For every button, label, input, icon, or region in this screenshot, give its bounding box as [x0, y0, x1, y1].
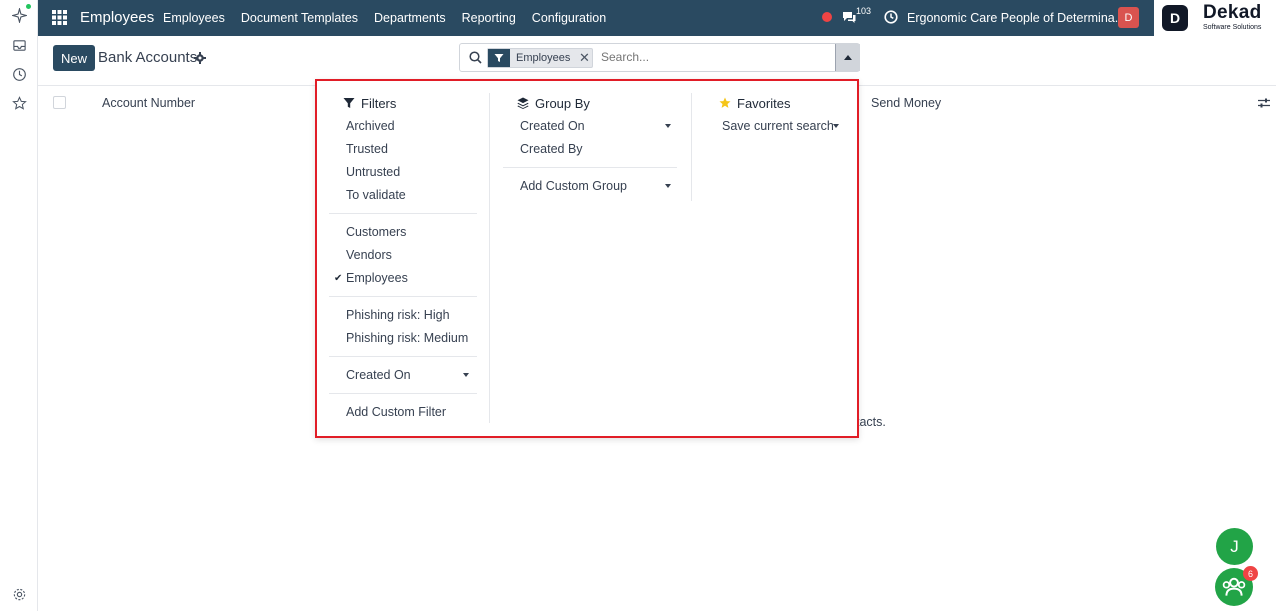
- optional-columns-icon[interactable]: [1257, 96, 1271, 110]
- add-custom-filter[interactable]: Add Custom Filter: [343, 401, 493, 424]
- nav-employees[interactable]: Employees: [163, 11, 225, 25]
- filter-employees[interactable]: ✔ Employees: [334, 267, 493, 290]
- filter-archived[interactable]: Archived: [343, 115, 493, 138]
- layers-icon: [517, 97, 529, 109]
- left-rail: [0, 0, 38, 611]
- column-divider: [489, 93, 490, 423]
- nav-reporting[interactable]: Reporting: [462, 11, 516, 25]
- empty-state-text: tacts.: [856, 415, 886, 429]
- gear-icon[interactable]: [194, 52, 206, 64]
- nav-configuration[interactable]: Configuration: [532, 11, 606, 25]
- save-current-search[interactable]: Save current search: [719, 115, 849, 138]
- remove-facet-icon[interactable]: ✕: [576, 49, 592, 67]
- activity-clock-icon[interactable]: [884, 10, 898, 24]
- groupby-separator: [503, 167, 677, 168]
- caret-down-icon: [833, 124, 839, 128]
- groupby-header: Group By: [517, 94, 677, 112]
- nav-document-templates[interactable]: Document Templates: [241, 11, 358, 25]
- groupby-created-on-label: Created On: [520, 119, 585, 133]
- filters-header: Filters: [343, 94, 493, 112]
- recording-status-dot[interactable]: [822, 12, 832, 22]
- caret-down-icon: [665, 184, 671, 188]
- caret-down-icon: [463, 373, 469, 377]
- top-nav-menu: Employees Document Templates Departments…: [163, 11, 622, 25]
- group-chat-badge: 6: [1243, 566, 1258, 581]
- filter-created-on[interactable]: Created On: [343, 364, 493, 387]
- company-switcher[interactable]: Ergonomic Care People of Determina...: [907, 11, 1125, 25]
- search-panel-toggle[interactable]: [835, 44, 860, 71]
- messages-count: 103: [856, 6, 872, 16]
- new-button[interactable]: New: [53, 45, 95, 71]
- filters-separator: [329, 213, 477, 214]
- favorites-header: Favorites: [719, 94, 849, 112]
- filters-separator: [329, 296, 477, 297]
- select-all-checkbox[interactable]: [53, 96, 66, 109]
- chat-bubbles-icon[interactable]: [841, 9, 857, 25]
- brand-name: Dekad: [1203, 2, 1262, 23]
- column-account-number[interactable]: Account Number: [102, 96, 195, 110]
- apps-grid-icon[interactable]: [52, 10, 67, 25]
- caret-down-icon: [665, 124, 671, 128]
- groupby-title: Group By: [535, 95, 590, 111]
- add-custom-group-label: Add Custom Group: [520, 179, 627, 193]
- nav-departments[interactable]: Departments: [374, 11, 446, 25]
- filters-separator: [329, 356, 477, 357]
- history-clock-icon[interactable]: [10, 65, 28, 83]
- groupby-created-on[interactable]: Created On: [517, 115, 677, 138]
- app-title[interactable]: Employees: [80, 9, 154, 26]
- column-divider: [691, 93, 692, 201]
- filters-column: Filters Archived Trusted Untrusted To va…: [329, 94, 493, 424]
- search-input[interactable]: [601, 50, 821, 64]
- search-bar[interactable]: Employees ✕: [459, 43, 860, 72]
- favorites-title: Favorites: [737, 95, 791, 111]
- facet-label: Employees: [516, 52, 571, 64]
- breadcrumb-title: Bank Accounts: [98, 49, 198, 66]
- user-chat-bubble[interactable]: J: [1216, 528, 1253, 565]
- filter-to-validate[interactable]: To validate: [343, 184, 493, 207]
- favorites-column: Favorites Save current search: [719, 94, 849, 138]
- filter-facet: Employees ✕: [487, 48, 594, 68]
- filter-vendors[interactable]: Vendors: [343, 244, 493, 267]
- groupby-column: Group By Created On Created By Add Custo…: [503, 94, 677, 198]
- top-navbar: Employees Employees Document Templates D…: [38, 0, 1276, 36]
- groupby-created-by[interactable]: Created By: [517, 138, 677, 161]
- brand-logo-icon: D: [1162, 5, 1188, 31]
- filters-title: Filters: [361, 95, 397, 111]
- settings-gear-icon[interactable]: [10, 585, 28, 603]
- caret-up-icon: [844, 55, 852, 60]
- checkmark-icon: ✔: [334, 273, 343, 284]
- filter-phishing-medium[interactable]: Phishing risk: Medium: [343, 327, 493, 350]
- filter-untrusted[interactable]: Untrusted: [343, 161, 493, 184]
- add-custom-group[interactable]: Add Custom Group: [517, 175, 677, 198]
- group-users-icon: [1222, 577, 1246, 596]
- search-panel-dropdown: Filters Archived Trusted Untrusted To va…: [315, 79, 859, 438]
- filter-created-on-label: Created On: [346, 368, 411, 382]
- filter-phishing-high[interactable]: Phishing risk: High: [343, 304, 493, 327]
- brand-logo-area: D Dekad Software Solutions: [1154, 0, 1276, 36]
- star-filled-icon: [719, 97, 731, 108]
- facet-filter-icon: [488, 49, 510, 67]
- inbox-icon[interactable]: [10, 36, 28, 54]
- save-current-search-label: Save current search: [722, 119, 834, 133]
- filter-customers[interactable]: Customers: [343, 221, 493, 244]
- user-avatar[interactable]: D: [1118, 7, 1139, 28]
- star-icon[interactable]: [10, 94, 28, 112]
- online-status-dot: [26, 4, 31, 9]
- filter-trusted[interactable]: Trusted: [343, 138, 493, 161]
- search-icon[interactable]: [469, 51, 482, 64]
- filters-separator: [329, 393, 477, 394]
- column-send-money[interactable]: Send Money: [871, 96, 941, 110]
- filter-icon: [343, 98, 355, 108]
- brand-tagline: Software Solutions: [1203, 24, 1262, 31]
- sparkle-icon[interactable]: [10, 6, 28, 24]
- filter-employees-label: Employees: [346, 271, 408, 285]
